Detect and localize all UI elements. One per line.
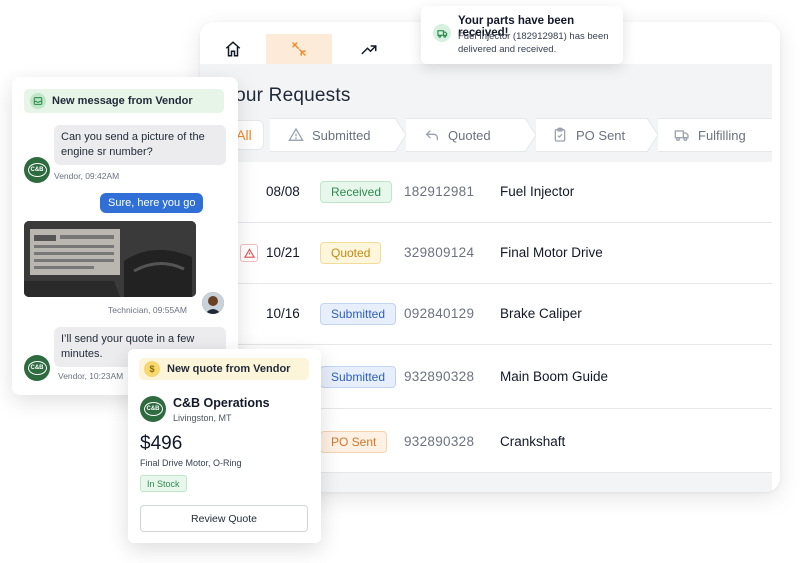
request-number: 092840129: [404, 306, 475, 321]
message-meta: Vendor, 10:23AM: [58, 371, 124, 381]
message-meta: Vendor, 09:42AM: [54, 171, 120, 181]
part-name: Main Boom Guide: [500, 369, 609, 384]
nav-requests-button[interactable]: [266, 34, 332, 64]
filter-po-sent-button[interactable]: PO Sent: [536, 118, 648, 152]
chat-message-outgoing: Sure, here you go: [100, 193, 204, 213]
vendor-logo-text: C&B: [27, 163, 47, 177]
home-icon: [225, 41, 241, 57]
warning-triangle-icon: [288, 127, 304, 141]
part-name: Fuel Injector: [500, 184, 575, 199]
toast-body: Fuel Injector (182912981) has been deliv…: [458, 31, 609, 55]
wrench-icon: [292, 42, 306, 56]
table-row[interactable]: 08/08 Received 182912981 Fuel Injector: [200, 162, 772, 223]
vendor-chat-card: New message from Vendor Can you send a p…: [12, 77, 238, 395]
message-icon: [30, 93, 46, 109]
truck-icon: [433, 24, 451, 42]
vendor-location: Livingston, MT: [173, 413, 232, 423]
quote-description: Final Drive Motor, O-Ring: [140, 458, 242, 468]
quote-header: $ New quote from Vendor: [139, 358, 309, 380]
quote-header-title: New quote from Vendor: [167, 363, 291, 375]
filter-fulfilling-button[interactable]: Fulfilling: [658, 118, 772, 152]
status-badge: Quoted: [320, 242, 382, 264]
chat-header: New message from Vendor: [24, 89, 224, 113]
request-number: 182912981: [404, 184, 475, 199]
review-quote-button[interactable]: Review Quote: [140, 505, 308, 532]
request-number: 932890328: [404, 369, 475, 384]
status-badge: Received: [320, 181, 393, 203]
filter-quoted-button[interactable]: Quoted: [406, 118, 526, 152]
request-date: 08/08: [266, 184, 300, 199]
truck-icon: [674, 130, 689, 141]
request-number: 329809124: [404, 245, 475, 260]
parts-received-toast[interactable]: Your parts have been received! Fuel Inje…: [421, 6, 623, 64]
stock-badge: In Stock: [140, 475, 187, 492]
request-date: 10/21: [266, 245, 300, 260]
technician-avatar: [202, 292, 224, 314]
status-badge: PO Sent: [320, 431, 388, 453]
status-badge: Submitted: [320, 303, 397, 325]
trend-icon: [361, 45, 377, 55]
vendor-logo-text: C&B: [143, 402, 163, 416]
part-name: Crankshaft: [500, 434, 566, 449]
chat-message-incoming: Can you send a picture of the engine sr …: [54, 125, 226, 165]
vendor-logo: C&B: [140, 396, 166, 422]
vendor-quote-card: $ New quote from Vendor C&B C&B Operatio…: [128, 349, 321, 543]
filter-label: All: [236, 127, 252, 143]
chat-header-title: New message from Vendor: [52, 95, 193, 107]
vendor-avatar: C&B: [24, 355, 50, 381]
vendor-avatar: C&B: [24, 157, 50, 183]
alert-icon: [240, 244, 258, 262]
filter-label: Quoted: [448, 127, 491, 143]
request-number: 932890328: [404, 434, 475, 449]
nav-analytics-button[interactable]: [336, 34, 402, 64]
part-name: Brake Caliper: [500, 306, 582, 321]
request-date: 10/16: [266, 306, 300, 321]
vendor-logo-text: C&B: [27, 361, 47, 375]
table-row[interactable]: 10/16 Submitted 092840129 Brake Caliper: [200, 284, 772, 345]
reply-arrow-icon: [425, 130, 438, 141]
filter-label: PO Sent: [576, 127, 626, 143]
vendor-name: C&B Operations: [173, 396, 270, 410]
filter-label: Submitted: [312, 127, 371, 143]
quote-price: $496: [140, 433, 183, 454]
engine-photo[interactable]: [24, 221, 196, 297]
table-row[interactable]: 10/21 Quoted 329809124 Final Motor Drive: [200, 223, 772, 284]
nav-home-button[interactable]: [200, 34, 266, 64]
part-name: Final Motor Drive: [500, 245, 603, 260]
message-meta: Technician, 09:55AM: [108, 305, 187, 315]
clipboard-icon: [554, 127, 566, 142]
page-title: Your Requests: [224, 85, 351, 106]
filter-submitted-button[interactable]: Submitted: [270, 118, 396, 152]
status-filter-bar: All Submitted Quoted PO Sent Fulfilling: [200, 118, 772, 160]
dollar-coin-icon: $: [144, 361, 160, 377]
filter-label: Fulfilling: [698, 127, 746, 143]
status-badge: Submitted: [320, 366, 397, 388]
